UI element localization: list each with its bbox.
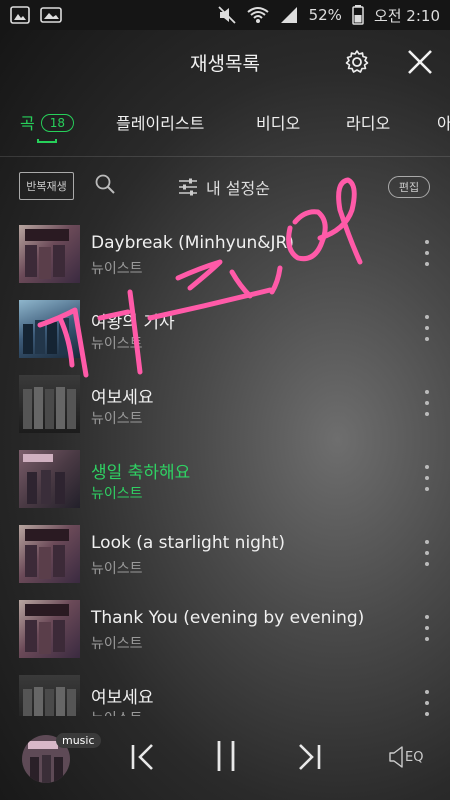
song-artist: 뉴이스트 [91, 261, 143, 277]
repeat-button[interactable]: 반복재생 [19, 172, 74, 200]
album-art [19, 675, 80, 716]
clock: 오전 2:10 [373, 6, 440, 25]
battery-icon [352, 5, 364, 25]
edit-button[interactable]: 편집 [388, 176, 430, 198]
song-title: 여보세요 [91, 688, 154, 708]
close-button[interactable] [402, 44, 438, 80]
tab-more[interactable]: 아 [437, 110, 450, 134]
album-art [19, 450, 80, 508]
eq-button[interactable]: EQ [388, 745, 423, 769]
song-artist: 뉴이스트 [91, 708, 143, 716]
sliders-icon [179, 178, 197, 196]
song-title: Daybreak (Minhyun&JR) [91, 233, 294, 253]
list-toolbar: 반복재생 내 설정순 편집 [0, 160, 450, 212]
pause-icon [217, 741, 235, 771]
song-title: Thank You (evening by evening) [91, 608, 365, 628]
song-row[interactable]: Daybreak (Minhyun&JR) 뉴이스트 [0, 216, 450, 291]
song-title: 여보세요 [91, 388, 154, 408]
page-title: 재생목록 [190, 52, 260, 75]
gallery-notification-icon [40, 7, 62, 23]
tab-active-indicator [37, 139, 57, 143]
album-cover-image [23, 387, 76, 429]
wifi-icon [246, 7, 269, 23]
song-title: 여왕의 기사 [91, 313, 175, 333]
mute-icon [217, 6, 236, 24]
album-cover-image [23, 687, 76, 716]
header: 재생목록 [0, 30, 450, 94]
mini-player: music EQ [0, 717, 450, 800]
status-bar: 52% 오전 2:10 [0, 0, 450, 30]
sort-label: 내 설정순 [206, 179, 270, 198]
song-title: Look (a starlight night) [91, 533, 286, 553]
image-notification-icon [10, 6, 30, 24]
song-list: Daybreak (Minhyun&JR) 뉴이스트 여왕의 기사 뉴이스트 여… [0, 216, 450, 716]
song-row[interactable]: 여보세요 뉴이스트 [0, 366, 450, 441]
tab-songs[interactable]: 곡 18 [20, 110, 75, 134]
song-title: 생일 축하해요 [91, 463, 191, 483]
song-row[interactable]: 여왕의 기사 뉴이스트 [0, 291, 450, 366]
more-options-icon[interactable] [420, 465, 434, 491]
more-options-icon[interactable] [420, 690, 434, 716]
close-icon [408, 50, 432, 74]
song-row[interactable]: Thank You (evening by evening) 뉴이스트 [0, 591, 450, 666]
music-tag: music [56, 733, 101, 748]
album-art [19, 600, 80, 658]
song-artist: 뉴이스트 [91, 336, 143, 352]
more-options-icon[interactable] [420, 240, 434, 266]
tab-video[interactable]: 비디오 [256, 110, 300, 134]
album-cover-image [23, 318, 69, 354]
song-row[interactable]: 여보세요 뉴이스트 [0, 666, 450, 716]
song-artist: 뉴이스트 [91, 411, 143, 427]
tab-playlist[interactable]: 플레이리스트 [116, 110, 204, 134]
song-artist: 뉴이스트 [91, 561, 143, 577]
album-cover-image [25, 604, 69, 654]
search-icon [95, 174, 115, 194]
album-cover-image [25, 229, 69, 279]
gear-icon [345, 50, 369, 73]
battery-percent: 52% [308, 6, 342, 24]
speaker-icon [389, 746, 403, 768]
more-options-icon[interactable] [420, 315, 434, 341]
next-icon [299, 744, 321, 770]
more-options-icon[interactable] [420, 390, 434, 416]
repeat-label: 반복재생 [26, 180, 67, 193]
pause-button[interactable] [214, 741, 238, 777]
sort-button[interactable]: 내 설정순 [178, 175, 270, 199]
settings-button[interactable] [339, 44, 375, 80]
tab-label: 곡 [20, 114, 35, 133]
album-cover-image [25, 529, 69, 579]
album-cover-image [23, 454, 65, 504]
search-button[interactable] [94, 173, 116, 199]
tab-bar: 곡 18 플레이리스트 비디오 라디오 아 [0, 94, 450, 157]
next-button[interactable] [296, 743, 322, 775]
previous-icon [131, 744, 153, 770]
more-options-icon[interactable] [420, 540, 434, 566]
song-count-badge: 18 [40, 114, 75, 132]
song-artist: 뉴이스트 [91, 486, 143, 502]
album-art [19, 300, 80, 358]
eq-label: EQ [405, 749, 424, 765]
more-options-icon[interactable] [420, 615, 434, 641]
album-art [19, 225, 80, 283]
song-artist: 뉴이스트 [91, 636, 143, 652]
edit-label: 편집 [398, 181, 420, 194]
album-art [19, 525, 80, 583]
album-art [19, 375, 80, 433]
previous-button[interactable] [130, 743, 156, 775]
song-row-now-playing[interactable]: 생일 축하해요 뉴이스트 [0, 441, 450, 516]
signal-icon [280, 7, 297, 23]
song-row[interactable]: Look (a starlight night) 뉴이스트 [0, 516, 450, 591]
tab-radio[interactable]: 라디오 [346, 110, 390, 134]
